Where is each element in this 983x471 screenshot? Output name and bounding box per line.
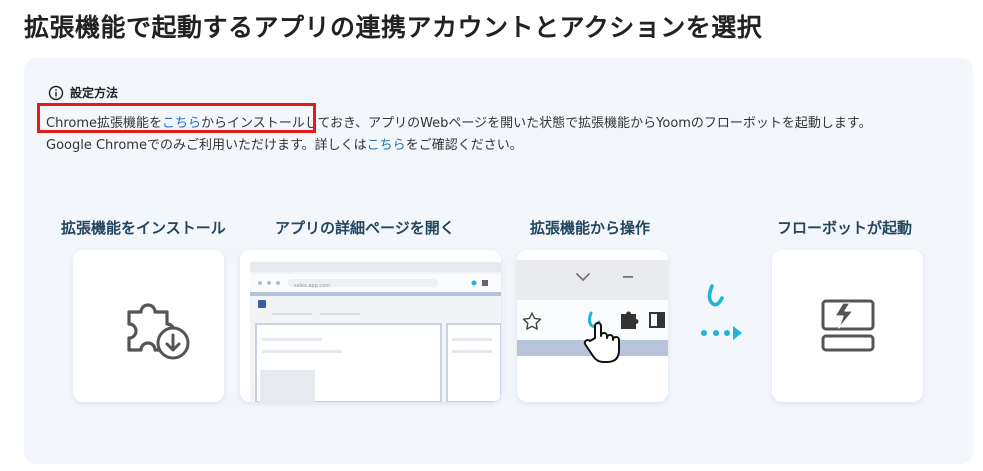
- step-label-open-page: アプリの詳細ページを開く: [275, 219, 455, 237]
- browser-window-icon: [250, 262, 501, 402]
- browser-url: sales.app.com: [294, 283, 331, 289]
- desc-text: をご確認ください。: [405, 138, 523, 153]
- setup-heading: 設定方法: [70, 86, 119, 100]
- step-card-launch: [772, 250, 923, 402]
- extension-toolbar-icon: [517, 260, 668, 363]
- details-link[interactable]: こちら: [367, 138, 406, 153]
- description-line-2: Google Chromeでのみご利用いただけます。詳しくはこちらをご確認くださ…: [46, 134, 523, 153]
- step-label-launch: フローボットが起動: [777, 219, 913, 237]
- step-label-install: 拡張機能をインストール: [61, 219, 226, 237]
- step-card-install: [73, 250, 224, 402]
- flow-arrow-icon: [694, 280, 746, 350]
- setup-header: 設定方法: [48, 84, 118, 101]
- step-label-operate: 拡張機能から操作: [530, 219, 651, 237]
- info-icon: [48, 85, 64, 100]
- page-title: 拡張機能で起動するアプリの連携アカウントとアクションを選択: [24, 13, 763, 42]
- desc-text: Google Chromeでのみご利用いただけます。詳しくは: [46, 138, 367, 153]
- puzzle-download-icon: [127, 303, 190, 360]
- highlight-annotation: [37, 103, 316, 133]
- flowbot-launch-icon: [821, 299, 875, 352]
- step-card-open-page: sales.app.com: [240, 250, 501, 402]
- step-card-operate: [517, 250, 668, 402]
